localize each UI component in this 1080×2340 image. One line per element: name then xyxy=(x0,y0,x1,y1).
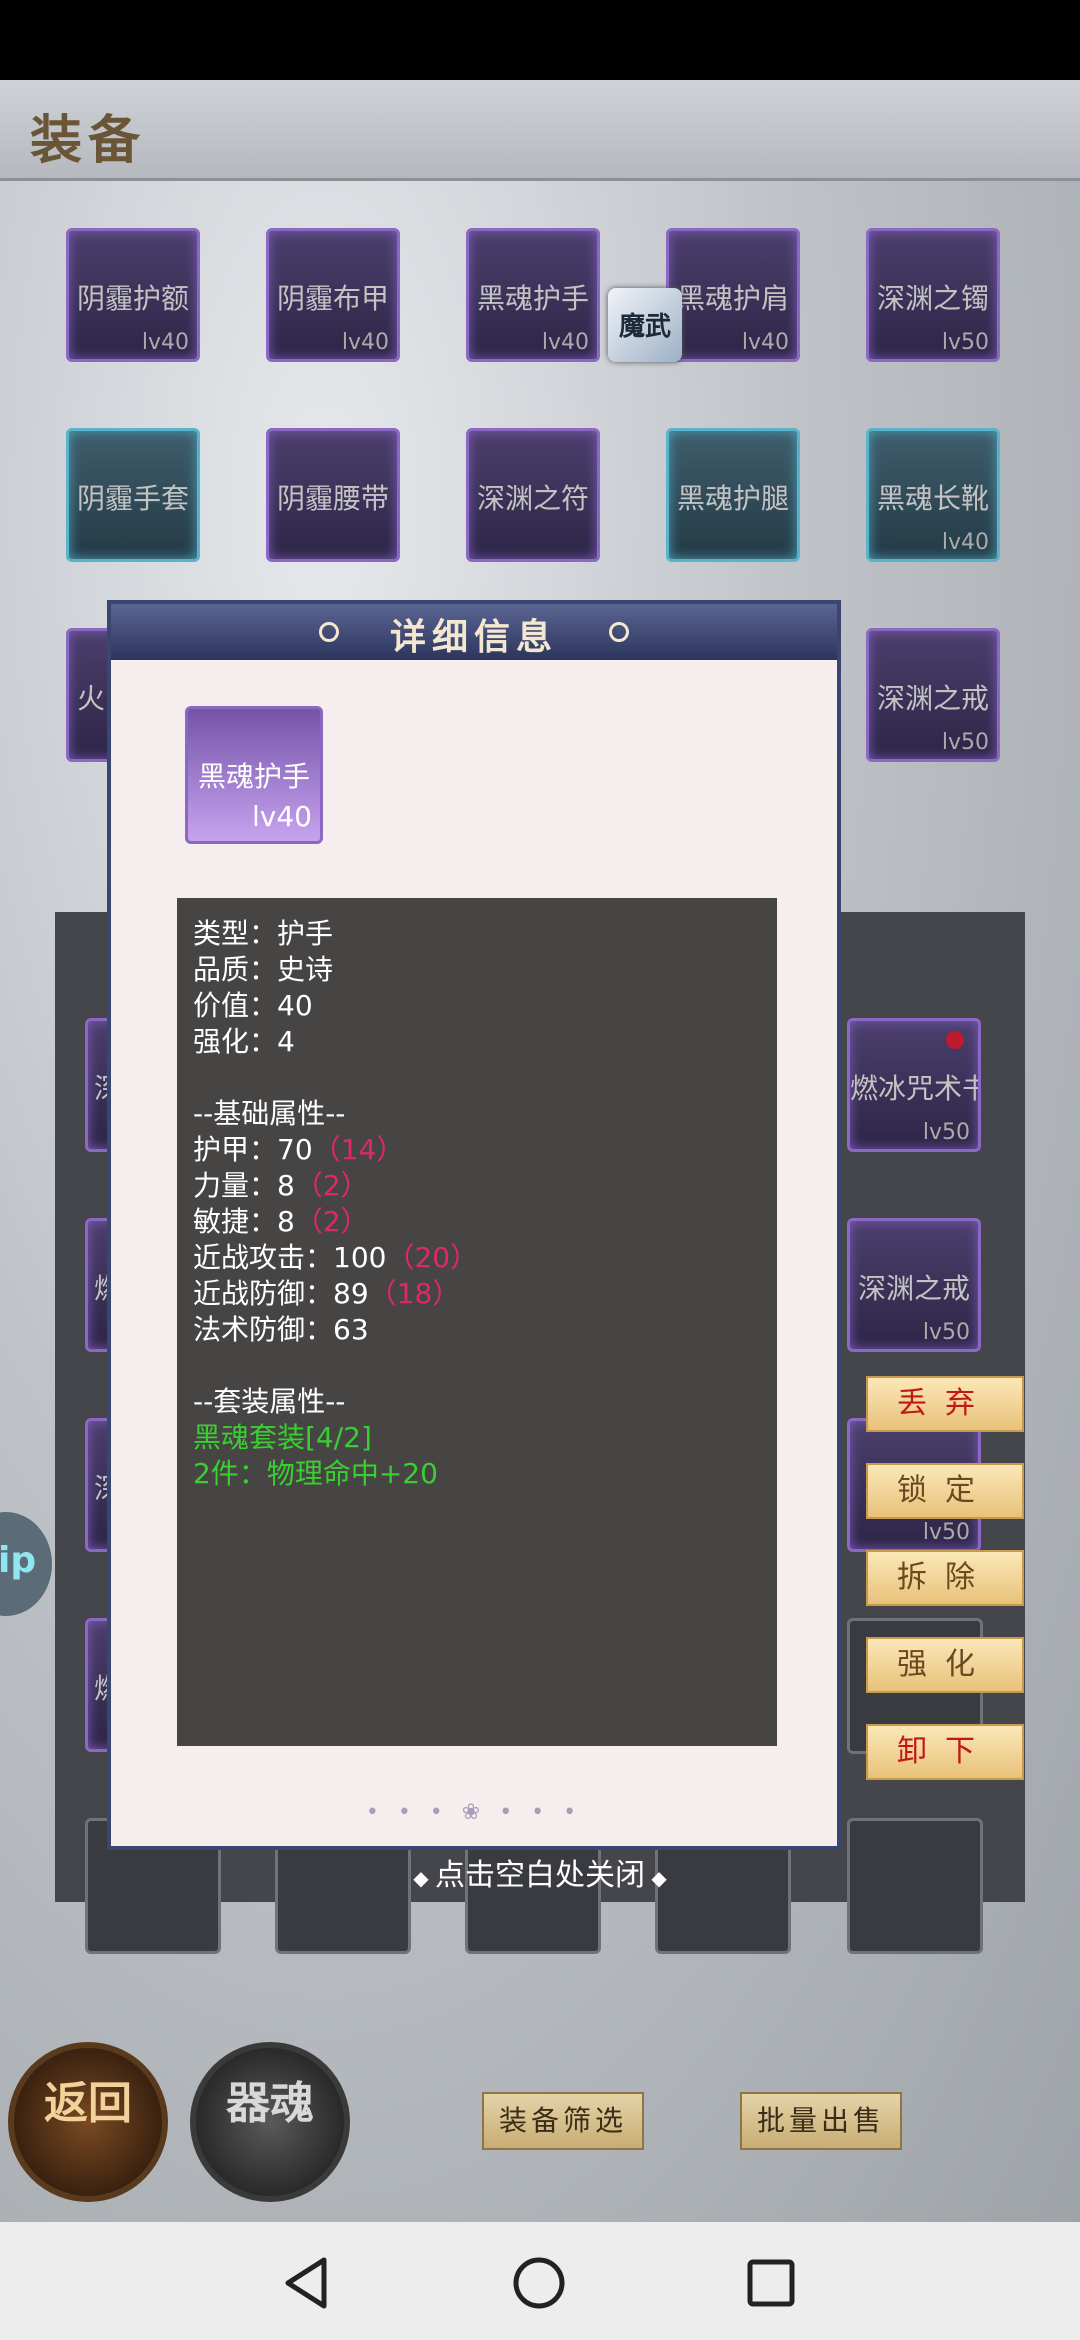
stat-melee-defense-value: 近战防御：89 xyxy=(193,1277,369,1310)
stat-strength: 力量：8（2） xyxy=(193,1164,369,1204)
soul-button[interactable]: 器魂 xyxy=(190,2042,350,2202)
bag-item-level: lv50 xyxy=(922,1520,970,1545)
game-screen: 装备 阴霾护额 lv40 阴霾布甲 lv40 黑魂护手 lv40 黑魂护肩 lv… xyxy=(0,80,1080,2222)
set-name: 黑魂套装[4/2] xyxy=(193,1421,372,1454)
bag-item-level: lv50 xyxy=(922,1320,970,1345)
stat-melee-defense: 近战防御：89（18） xyxy=(193,1272,460,1312)
equip-level: lv40 xyxy=(341,330,389,355)
equip-name: 黑魂长靴 xyxy=(876,482,989,515)
equip-slot-gloves[interactable]: 阴霾手套 xyxy=(66,428,200,562)
equip-name: 阴霾护额 xyxy=(76,282,189,315)
stat-agility-value: 敏捷：8 xyxy=(193,1205,295,1238)
page-title: 装备 xyxy=(30,110,147,171)
stat-melee-defense-bonus: （18） xyxy=(368,1277,461,1310)
equip-slot-hands[interactable]: 黑魂护手 lv40 xyxy=(466,228,600,362)
stat-strength-value: 力量：8 xyxy=(193,1169,295,1202)
soul-label: 器魂 xyxy=(226,2078,314,2129)
equip-name: 深渊之戒 xyxy=(876,682,989,715)
equip-level: lv50 xyxy=(941,730,989,755)
hint-left-icon: ◆ xyxy=(413,1866,435,1890)
title-bar: 装备 xyxy=(0,80,1080,181)
lock-button[interactable]: 锁定 xyxy=(866,1463,1024,1519)
floating-avatar-icon[interactable]: 魔武 xyxy=(608,288,682,362)
equip-name: 深渊之镯 xyxy=(876,282,989,315)
equip-name: 深渊之符 xyxy=(476,482,589,515)
stat-melee-attack-value: 近战攻击：100 xyxy=(193,1241,387,1274)
equip-slot-shoulder[interactable]: 黑魂护肩 lv40 xyxy=(666,228,800,362)
base-attr-header: --基础属性-- xyxy=(193,1097,346,1130)
equip-name: 阴霾手套 xyxy=(76,482,189,515)
equip-level: lv40 xyxy=(941,530,989,555)
floating-bubble[interactable]: ip xyxy=(0,1512,52,1616)
avatar-text: 魔武 xyxy=(618,312,671,342)
stat-quality: 品质：史诗 xyxy=(193,953,334,986)
bag-item-name: 燃冰咒术书 xyxy=(850,1072,981,1105)
discard-button[interactable]: 丢弃 xyxy=(866,1376,1024,1432)
status-bar xyxy=(0,0,1080,80)
stat-agility: 敏捷：8（2） xyxy=(193,1200,369,1240)
home-nav-icon[interactable] xyxy=(512,2256,566,2310)
close-hint-text: 点击空白处关闭 xyxy=(435,1858,645,1893)
bag-item-level: lv50 xyxy=(922,1120,970,1145)
stat-armor-bonus: （14） xyxy=(312,1133,405,1166)
equip-level: lv50 xyxy=(941,330,989,355)
equip-name: 黑魂护肩 xyxy=(676,282,789,315)
stat-magic-defense: 法术防御：63 xyxy=(193,1313,369,1346)
equip-name: 黑魂护腿 xyxy=(676,482,789,515)
unequip-button[interactable]: 卸下 xyxy=(866,1724,1024,1780)
set-effect: 2件：物理命中+20 xyxy=(193,1457,438,1490)
detail-dialog: 详细信息 黑魂护手 lv40 类型：护手 品质：史诗 价值：40 强化：4 --… xyxy=(107,600,841,1850)
item-level: lv40 xyxy=(252,800,312,833)
bag-item[interactable]: 燃冰咒术书 lv50 xyxy=(847,1018,981,1152)
equip-slot-legs[interactable]: 黑魂护腿 xyxy=(666,428,800,562)
hint-right-icon: ◆ xyxy=(645,1866,667,1890)
equip-name: 阴霾腰带 xyxy=(276,482,389,515)
stat-armor-value: 护甲：70 xyxy=(193,1133,313,1166)
dismantle-button[interactable]: 拆除 xyxy=(866,1550,1024,1606)
enhance-button[interactable]: 强化 xyxy=(866,1637,1024,1693)
equip-slot-boots[interactable]: 黑魂长靴 lv40 xyxy=(866,428,1000,562)
stat-agility-bonus: （2） xyxy=(294,1205,369,1238)
set-attr-header: --套装属性-- xyxy=(193,1385,346,1418)
close-hint[interactable]: ◆ 点击空白处关闭 ◆ xyxy=(0,1850,1080,1894)
equip-level: lv40 xyxy=(541,330,589,355)
new-badge-icon xyxy=(946,1031,964,1049)
back-nav-icon[interactable] xyxy=(282,2256,332,2310)
dialog-title: 详细信息 xyxy=(389,616,558,658)
navigation-bar xyxy=(0,2222,1080,2340)
stat-enhance: 强化：4 xyxy=(193,1025,295,1058)
dialog-header: 详细信息 xyxy=(111,604,837,660)
stat-armor: 护甲：70（14） xyxy=(193,1128,404,1168)
equip-slot-armor[interactable]: 阴霾布甲 lv40 xyxy=(266,228,400,362)
stat-strength-bonus: （2） xyxy=(294,1169,369,1202)
equip-slot-charm[interactable]: 深渊之符 xyxy=(466,428,600,562)
item-icon: 黑魂护手 lv40 xyxy=(185,706,323,844)
stat-melee-attack: 近战攻击：100（20） xyxy=(193,1236,478,1276)
bag-item[interactable]: 深渊之戒 lv50 xyxy=(847,1218,981,1352)
back-button[interactable]: 返回 xyxy=(8,2042,168,2202)
equip-slot-bracelet[interactable]: 深渊之镯 lv50 xyxy=(866,228,1000,362)
stat-type: 类型：护手 xyxy=(193,917,334,950)
item-name: 黑魂护手 xyxy=(197,760,310,793)
equip-level: lv40 xyxy=(141,330,189,355)
equip-slot-ring[interactable]: 深渊之戒 lv50 xyxy=(866,628,1000,762)
equip-slot-head[interactable]: 阴霾护额 lv40 xyxy=(66,228,200,362)
bubble-text: ip xyxy=(0,1540,37,1581)
equip-slot-belt[interactable]: 阴霾腰带 xyxy=(266,428,400,562)
equip-name: 黑魂护手 xyxy=(476,282,589,315)
bulk-sell-button[interactable]: 批量出售 xyxy=(740,2092,902,2150)
back-label: 返回 xyxy=(44,2078,132,2129)
item-stats-box: 类型：护手 品质：史诗 价值：40 强化：4 --基础属性-- 护甲：70（14… xyxy=(177,898,777,1746)
filter-button[interactable]: 装备筛选 xyxy=(482,2092,644,2150)
stat-value: 价值：40 xyxy=(193,989,313,1022)
lotus-ornament-icon: • • • ❀ • • • xyxy=(365,1800,583,1825)
equip-level: lv40 xyxy=(741,330,789,355)
bag-item-name: 深渊之戒 xyxy=(857,1272,970,1305)
equip-name: 阴霾布甲 xyxy=(276,282,389,315)
recents-nav-icon[interactable] xyxy=(746,2258,796,2308)
stat-melee-attack-bonus: （20） xyxy=(386,1241,479,1274)
